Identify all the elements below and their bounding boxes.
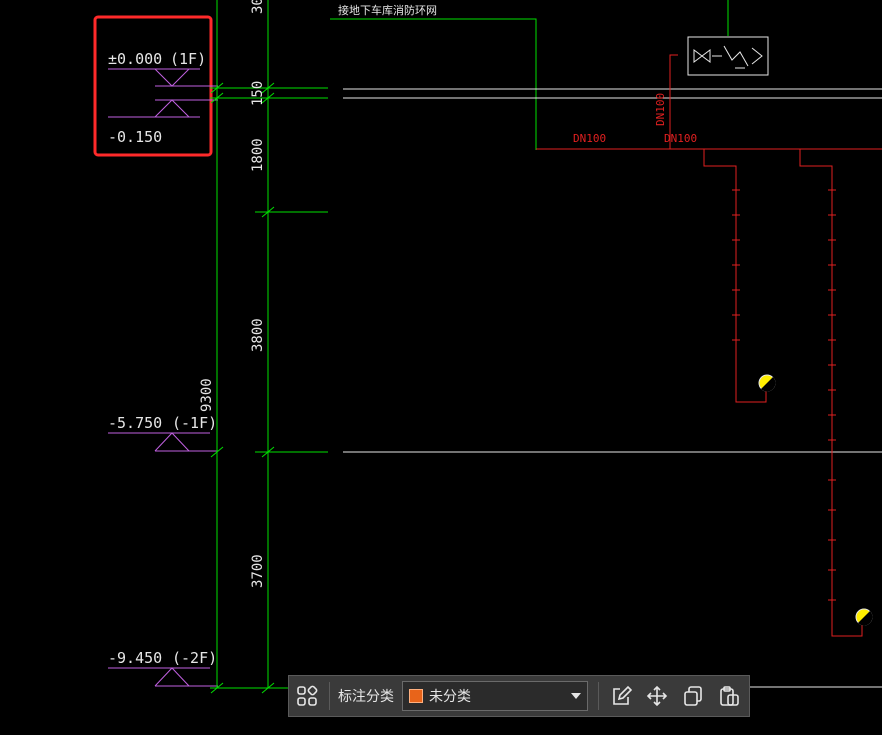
chevron-down-icon [571, 693, 581, 699]
valve-assembly[interactable] [687, 36, 769, 76]
copy-icon[interactable] [675, 678, 711, 714]
pipe-dn-label-v: DN100 [654, 93, 667, 126]
floor-lines [343, 88, 882, 688]
dim-text-9300: 9300 [199, 378, 215, 412]
level-mark-0 [108, 68, 218, 118]
level-mark-neg1 [108, 432, 218, 452]
move-icon[interactable] [639, 678, 675, 714]
category-label: 标注分类 [338, 689, 394, 705]
dim-text-150: 150 [250, 81, 266, 106]
dimension-lines [210, 0, 729, 694]
level-text-0-floor: (1F) [170, 50, 206, 68]
dim-text-3700: 3700 [250, 554, 266, 588]
sprinkler-icon[interactable] [758, 374, 776, 392]
level-text-2-floor: (-1F) [172, 414, 217, 432]
edit-icon[interactable] [603, 678, 639, 714]
dim-text-1800: 1800 [250, 138, 266, 172]
toolbar-divider [329, 682, 330, 710]
level-text-2-elev: -5.750 [108, 414, 162, 432]
cad-drawing-canvas[interactable]: ±0.000 (1F) -0.150 -5.750 (-1F) -9.450 (… [0, 0, 882, 735]
pipe-dn-label-h1: DN100 [573, 132, 606, 145]
category-select[interactable]: 未分类 [402, 681, 588, 711]
level-text-1-elev: -0.150 [108, 128, 162, 146]
level-text-3-elev: -9.450 [108, 649, 162, 667]
dim-text-3800: 3800 [250, 318, 266, 352]
pipe-network-label: 接地下车库消防环网 [338, 3, 437, 17]
level-mark-neg2 [108, 667, 218, 687]
pipe-ticks [732, 189, 836, 601]
annotation-toolbar: 标注分类 未分类 [288, 675, 750, 717]
paste-icon[interactable] [711, 678, 747, 714]
level-text-0-elev: ±0.000 [108, 50, 162, 68]
pipe-dn-label-h2: DN100 [664, 132, 697, 145]
category-selected-value: 未分类 [429, 689, 471, 705]
dim-text-300: 300 [250, 0, 266, 14]
sprinkler-icon[interactable] [855, 608, 873, 626]
toolbar-divider [598, 682, 599, 710]
grid-icon[interactable] [289, 678, 325, 714]
category-color-swatch [409, 689, 423, 703]
level-text-3-floor: (-2F) [172, 649, 217, 667]
